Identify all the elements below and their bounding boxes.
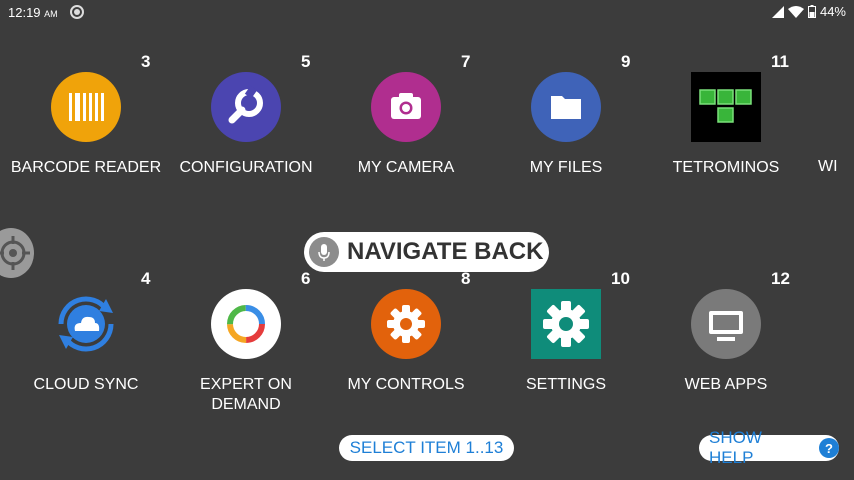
- tile-label-line1: EXPERT ON: [200, 376, 292, 393]
- tile-label: MY CAMERA: [357, 159, 455, 176]
- tile-cloud-sync[interactable]: 4 CLOUD SYNC: [1, 269, 161, 459]
- select-item-button[interactable]: SELECT ITEM 1..13: [339, 435, 514, 461]
- camera-icon: [371, 72, 441, 142]
- select-item-label: SELECT ITEM 1..13: [349, 438, 504, 457]
- tile-my-camera[interactable]: 7 MY CAMERA: [321, 52, 481, 242]
- clock: 12:19 AM: [8, 5, 58, 20]
- tile-label: MY CONTROLS: [347, 376, 465, 393]
- navigate-back-button[interactable]: NAVIGATE BACK: [304, 232, 549, 272]
- tile-label: SETTINGS: [525, 376, 606, 393]
- tile-number: 5: [301, 52, 311, 71]
- barcode-icon: [51, 72, 121, 142]
- tile-settings[interactable]: 10 SETTINGS: [481, 269, 641, 459]
- tile-number: 6: [301, 269, 311, 288]
- clock-time: 12:19: [8, 5, 41, 20]
- tile-configuration[interactable]: 5 CONFIGURATION: [161, 52, 321, 242]
- folder-icon: [531, 72, 601, 142]
- wifi-icon: [787, 5, 804, 18]
- clock-ampm: AM: [44, 9, 58, 19]
- tile-label: BARCODE READER: [10, 159, 162, 176]
- tile-number: 4: [141, 269, 151, 288]
- tile-label: TETROMINOS: [672, 159, 780, 176]
- tile-label: MY FILES: [529, 159, 603, 176]
- tile-tetrominos[interactable]: 11 TETROMINOS: [641, 52, 801, 242]
- wrench-icon: [211, 72, 281, 142]
- settings-gear-icon: [531, 289, 601, 359]
- microphone-icon: [309, 237, 339, 267]
- tile-label: WEB APPS: [684, 376, 768, 393]
- tile-number: 8: [461, 269, 471, 288]
- help-icon: ?: [819, 438, 839, 458]
- sync-status-icon: [70, 5, 84, 19]
- show-help-button[interactable]: SHOW HELP ?: [699, 428, 839, 467]
- signal-icon: [771, 5, 784, 18]
- status-right: 44%: [771, 4, 846, 19]
- cloud-sync-icon: [58, 296, 114, 352]
- expert-icon: [211, 289, 281, 359]
- battery-percent: 44%: [819, 4, 846, 19]
- tile-number: 11: [771, 52, 789, 71]
- tile-number: 12: [771, 269, 790, 288]
- tile-number: 3: [141, 52, 151, 71]
- tile-label-line2: DEMAND: [211, 396, 281, 413]
- tile-barcode-reader[interactable]: 3 BARCODE READER: [1, 52, 161, 242]
- monitor-icon: [691, 289, 761, 359]
- tetromino-icon: [691, 72, 761, 142]
- tile-number: 7: [461, 52, 471, 71]
- partial-tile-label[interactable]: WI: [818, 158, 838, 176]
- status-bar: 12:19 AM 44%: [0, 0, 854, 24]
- gear-icon: [371, 289, 441, 359]
- tile-number: 10: [611, 269, 630, 288]
- tile-label: CONFIGURATION: [179, 159, 313, 176]
- show-help-label: SHOW HELP: [709, 428, 762, 467]
- tile-expert-on-demand[interactable]: 6 EXPERT ON DEMAND: [161, 269, 321, 459]
- battery-icon: [807, 5, 816, 18]
- tile-my-files[interactable]: 9 MY FILES: [481, 52, 641, 242]
- tile-my-controls[interactable]: 8 MY CONTROLS: [321, 269, 481, 459]
- tile-number: 9: [621, 52, 631, 71]
- navigate-back-label: NAVIGATE BACK: [347, 238, 544, 265]
- tile-label: CLOUD SYNC: [33, 376, 139, 393]
